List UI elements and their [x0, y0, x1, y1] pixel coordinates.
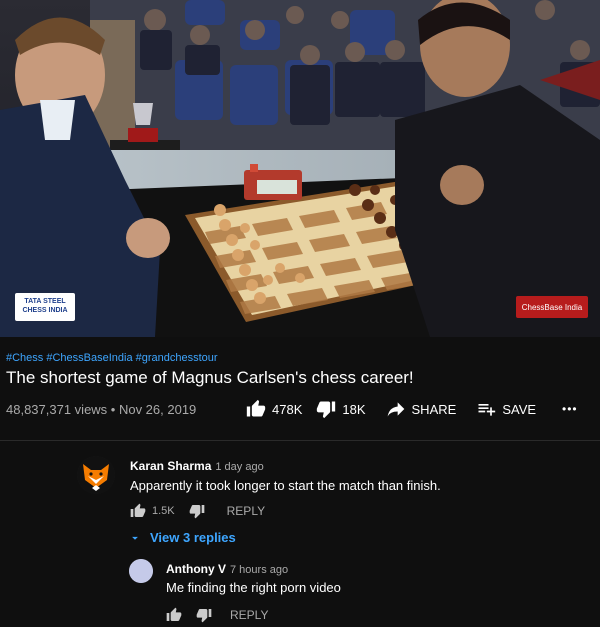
hashtags[interactable]: #Chess #ChessBaseIndia #grandchesstour	[6, 352, 218, 364]
more-icon: •••	[562, 402, 578, 416]
reply-text: Me finding the right porn video	[166, 580, 341, 595]
comment-like-count: 1.5K	[152, 505, 175, 517]
share-button[interactable]: SHARE	[386, 399, 457, 419]
video-title: The shortest game of Magnus Carlsen's ch…	[6, 368, 414, 387]
comment-author[interactable]: Karan Sharma	[130, 459, 211, 473]
user-avatar-icon	[129, 559, 153, 583]
comment-avatar[interactable]	[77, 456, 115, 494]
more-actions-button[interactable]: •••	[562, 402, 578, 416]
like-button[interactable]: 478K	[246, 399, 302, 419]
reply-comment: Anthony V 7 hours ago Me finding the righ…	[0, 557, 600, 627]
sponsor-logo: TATA STEEL CHESS INDIA	[15, 293, 75, 321]
reply-avatar[interactable]	[129, 559, 153, 583]
comment-reply-button[interactable]: REPLY	[227, 504, 265, 518]
comment-time[interactable]: 1 day ago	[215, 461, 263, 473]
thumb-down-icon[interactable]	[189, 503, 205, 519]
thumb-down-icon	[317, 401, 336, 419]
sponsor-logo-line2: CHESS INDIA	[22, 307, 68, 314]
thumb-up-icon[interactable]	[166, 607, 182, 623]
save-label: SAVE	[502, 401, 537, 417]
comment: Karan Sharma 1 day ago Apparently it took…	[0, 450, 600, 560]
reply-time[interactable]: 7 hours ago	[230, 564, 288, 576]
thumb-up-icon[interactable]	[130, 503, 146, 519]
share-label: SHARE	[411, 401, 457, 417]
video-actions: 478K 18K SHARE SAVE •••	[246, 398, 578, 420]
chevron-down-icon	[132, 536, 138, 540]
comment-actions: 1.5K REPLY	[130, 503, 265, 519]
thumb-up-icon	[246, 399, 266, 417]
comment-text: Apparently it took longer to start the m…	[130, 478, 441, 493]
views-and-date: 48,837,371 views • Nov 26, 2019	[6, 402, 197, 417]
comment-header: Karan Sharma 1 day ago	[130, 457, 264, 475]
view-replies-button[interactable]: View 3 replies	[128, 530, 236, 545]
reply-reply-button[interactable]: REPLY	[230, 608, 268, 622]
video-frame-illustration	[0, 0, 600, 337]
dislike-count: 18K	[342, 401, 366, 417]
channel-watermark: ChessBase India	[516, 296, 588, 318]
playlist-add-icon	[478, 404, 496, 416]
dislike-button[interactable]: 18K	[316, 399, 366, 419]
video-player[interactable]: TATA STEEL CHESS INDIA ChessBase India	[0, 0, 600, 337]
fox-avatar-icon	[77, 456, 115, 494]
reply-header: Anthony V 7 hours ago	[166, 560, 288, 578]
share-icon	[387, 402, 404, 417]
sponsor-logo-line1: TATA STEEL	[24, 298, 66, 305]
save-button[interactable]: SAVE	[476, 399, 536, 419]
view-replies-label: View 3 replies	[150, 530, 236, 545]
reply-actions: REPLY	[166, 607, 268, 623]
watermark-label: ChessBase India	[521, 302, 583, 312]
reply-author[interactable]: Anthony V	[166, 562, 226, 576]
like-count: 478K	[272, 401, 303, 417]
section-divider	[0, 440, 600, 441]
thumb-down-icon[interactable]	[196, 607, 212, 623]
